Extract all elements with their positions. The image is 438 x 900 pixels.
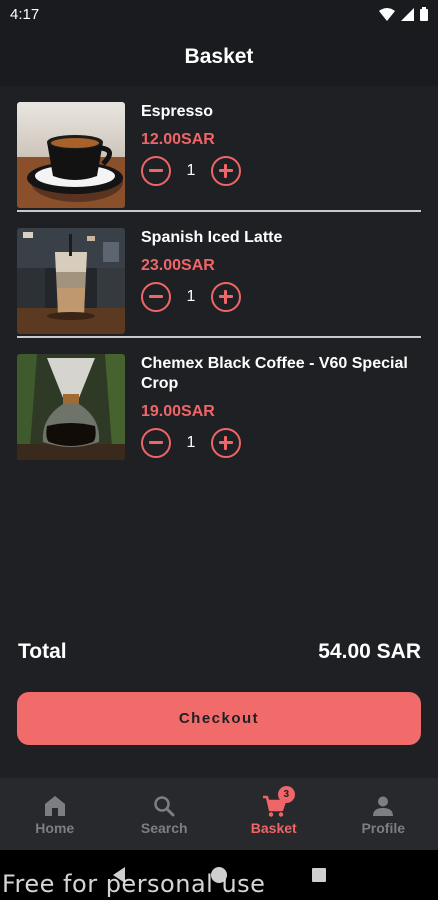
basket-list: Espresso 12.00SAR 1 Spanish Iced Latte 2… — [0, 86, 438, 484]
status-bar: 4:17 — [0, 0, 438, 28]
item-price: 19.00SAR — [141, 403, 215, 420]
cart-icon: 3 — [261, 785, 295, 819]
checkout-button[interactable]: Checkout — [17, 692, 421, 745]
nav-basket[interactable]: 3 Basket — [219, 778, 329, 850]
status-time: 4:17 — [10, 5, 40, 23]
search-icon — [151, 793, 177, 819]
watermark-text: Free for personal use — [2, 870, 266, 898]
increase-quantity-button[interactable] — [211, 428, 241, 458]
total-label: Total — [18, 640, 67, 663]
recents-icon[interactable] — [311, 867, 327, 883]
item-name: Espresso — [141, 103, 214, 120]
basket-item-espresso: Espresso 12.00SAR 1 — [0, 86, 438, 212]
item-info: Spanish Iced Latte 23.00SAR 1 — [141, 228, 428, 312]
page-title: Basket — [184, 45, 254, 68]
increase-quantity-button[interactable] — [211, 156, 241, 186]
total-value: 54.00 SAR — [318, 640, 421, 663]
item-info: Espresso 12.00SAR 1 — [141, 102, 428, 186]
nav-search[interactable]: Search — [110, 778, 220, 850]
item-info: Chemex Black Coffee - V60 Special Crop 1… — [141, 354, 428, 458]
status-icons — [379, 7, 428, 21]
basket-item-chemex: Chemex Black Coffee - V60 Special Crop 1… — [0, 338, 438, 484]
increase-quantity-button[interactable] — [211, 282, 241, 312]
iced-latte-image — [17, 228, 125, 334]
item-name: Chemex Black Coffee - V60 Special Crop — [141, 355, 408, 392]
quantity-value: 1 — [186, 434, 196, 451]
espresso-image — [17, 102, 125, 208]
decrease-quantity-button[interactable] — [141, 428, 171, 458]
nav-label: Basket — [250, 819, 297, 836]
quantity-stepper: 1 — [141, 156, 428, 186]
quantity-stepper: 1 — [141, 282, 428, 312]
cart-count-badge: 3 — [277, 785, 295, 803]
nav-label: Home — [35, 819, 75, 836]
item-price: 12.00SAR — [141, 131, 215, 148]
decrease-quantity-button[interactable] — [141, 156, 171, 186]
decrease-quantity-button[interactable] — [141, 282, 171, 312]
wifi-icon — [379, 7, 395, 21]
nav-label: Search — [140, 819, 188, 836]
chemex-image — [17, 354, 125, 460]
item-name: Spanish Iced Latte — [141, 229, 283, 246]
battery-icon — [420, 7, 428, 21]
person-icon — [370, 793, 396, 819]
quantity-value: 1 — [186, 288, 196, 305]
quantity-value: 1 — [186, 162, 196, 179]
checkout-label: Checkout — [178, 710, 260, 727]
home-icon — [42, 793, 68, 819]
item-price: 23.00SAR — [141, 257, 215, 274]
quantity-stepper: 1 — [141, 428, 428, 458]
signal-icon — [401, 7, 414, 21]
nav-home[interactable]: Home — [0, 778, 110, 850]
total-row: Total 54.00 SAR — [18, 640, 421, 664]
bottom-nav: Home Search 3 Basket Profile — [0, 778, 438, 850]
app-header: Basket — [0, 28, 438, 86]
basket-item-spanish-iced-latte: Spanish Iced Latte 23.00SAR 1 — [0, 212, 438, 338]
nav-profile[interactable]: Profile — [329, 778, 438, 850]
nav-label: Profile — [361, 819, 406, 836]
